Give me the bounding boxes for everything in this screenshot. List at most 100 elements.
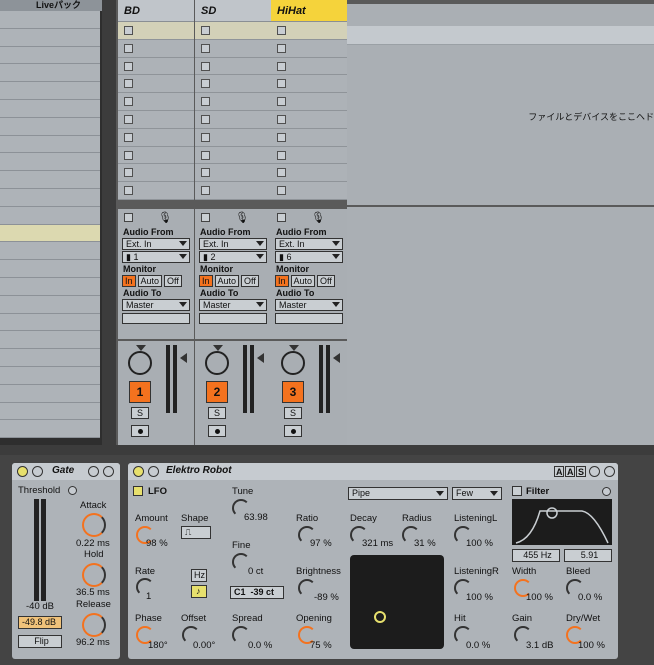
monitor-auto-button[interactable]: Auto [214,275,240,287]
monitor-off-button[interactable]: Off [317,275,335,287]
clip-slot[interactable] [118,110,194,129]
clip-slot[interactable] [195,39,271,58]
monitor-in-button[interactable]: In [275,275,289,287]
rate-knob[interactable] [136,578,154,596]
clip-slot[interactable] [195,110,271,129]
lfo-toggle[interactable] [133,486,143,496]
clip-slot[interactable] [118,146,194,165]
audio-to-select[interactable]: Master [122,299,190,311]
save-icon[interactable] [604,466,615,477]
browser-row[interactable] [0,28,100,47]
volume-fader-icon[interactable] [257,353,264,363]
clip-slot[interactable] [195,75,271,94]
microphone-icon[interactable]: 🎙 [311,211,325,224]
clip-slot[interactable] [118,39,194,58]
hdr-button-s[interactable]: S [576,466,586,477]
model-select[interactable]: Pipe [348,487,448,500]
robot-title-bar[interactable]: Elektro Robot A A S [128,463,618,480]
monitor-auto-button[interactable]: Auto [137,275,163,287]
browser-row[interactable] [0,295,100,314]
clip-slot[interactable] [271,39,347,58]
track-title[interactable]: SD [195,0,271,22]
clip-stop-icon[interactable] [277,114,286,124]
hdr-button-a1[interactable]: A [554,466,564,477]
rate-sync-button[interactable]: ♪ [191,585,207,598]
stop-all-icon[interactable] [201,213,210,222]
microphone-icon[interactable]: 🎙 [158,211,172,224]
browser-row[interactable] [0,277,100,296]
clip-stop-icon[interactable] [277,79,286,89]
browser-row[interactable] [0,384,100,403]
browser-row[interactable] [0,11,100,29]
clip-stop-icon[interactable] [124,132,133,142]
browser-row[interactable] [0,313,100,332]
browser-row[interactable] [0,260,100,278]
clip-stop-icon[interactable] [277,150,286,160]
clip-slot[interactable] [271,93,347,111]
clip-stop-icon[interactable] [124,61,133,71]
filter-toggle[interactable] [512,486,522,496]
browser-row[interactable] [0,153,100,172]
browser-row[interactable] [0,402,100,421]
filter-display[interactable] [512,499,612,545]
browser-row[interactable] [0,331,100,350]
monitor-off-button[interactable]: Off [164,275,182,287]
browser-row[interactable] [0,99,100,118]
voices-select[interactable]: Few [452,487,502,500]
hold-knob[interactable] [82,563,106,587]
monitor-in-button[interactable]: In [122,275,136,287]
solo-button[interactable]: S [131,407,149,419]
pan-knob[interactable] [281,351,305,375]
clip-stop-icon[interactable] [277,132,286,142]
clip-stop-icon[interactable] [201,26,210,35]
arm-button[interactable] [208,425,226,437]
monitor-auto-button[interactable]: Auto [290,275,316,287]
input-channel-select[interactable]: ▮ 6 [275,251,343,263]
collapse-icon[interactable] [32,466,43,477]
clip-slot[interactable] [118,164,194,183]
rate-hz-button[interactable]: Hz [191,569,207,582]
clip-stop-icon[interactable] [124,26,133,35]
audio-to-select[interactable]: Master [199,299,267,311]
clip-stop-icon[interactable] [201,97,210,107]
volume-fader-icon[interactable] [333,353,340,363]
clip-slot[interactable] [271,22,347,40]
clip-stop-icon[interactable] [201,150,210,160]
audio-from-select[interactable]: Ext. In [122,238,190,250]
browser-row[interactable] [0,349,100,367]
browser-row[interactable] [0,82,100,100]
note-display[interactable]: C1 -39 ct [230,586,284,599]
flip-button[interactable]: Flip [18,635,62,648]
options-icon[interactable] [88,466,99,477]
clip-stop-icon[interactable] [201,168,210,178]
options-icon[interactable] [589,466,600,477]
filter-freq-field[interactable]: 455 Hz [512,549,560,562]
clip-stop-icon[interactable] [277,26,286,35]
browser-row[interactable] [0,188,100,207]
clip-stop-icon[interactable] [124,97,133,107]
browser-row[interactable] [0,171,100,189]
input-channel-select[interactable]: ▮ 1 [122,251,190,263]
sends-field[interactable] [275,313,343,324]
clip-slot[interactable] [195,182,271,200]
filter-option-icon[interactable] [602,487,611,496]
browser-row[interactable] [0,46,100,65]
clip-slot[interactable] [118,57,194,76]
clip-slot[interactable] [195,57,271,76]
xy-handle-icon[interactable] [374,611,386,623]
clip-stop-icon[interactable] [124,79,133,89]
clip-stop-icon[interactable] [201,132,210,142]
clip-slot[interactable] [118,22,194,40]
solo-button[interactable]: S [284,407,302,419]
stop-all-icon[interactable] [277,213,286,222]
clip-slot[interactable] [271,146,347,165]
clip-stop-icon[interactable] [201,79,210,89]
clip-slot[interactable] [118,182,194,200]
sidechain-toggle-icon[interactable] [68,486,77,495]
browser-row[interactable] [0,242,100,261]
shape-select[interactable]: ⎍ [181,526,211,539]
track-activator-button[interactable]: 2 [206,381,228,403]
device-on-icon[interactable] [133,466,144,477]
clip-slot[interactable] [271,75,347,94]
clip-slot[interactable] [271,164,347,183]
